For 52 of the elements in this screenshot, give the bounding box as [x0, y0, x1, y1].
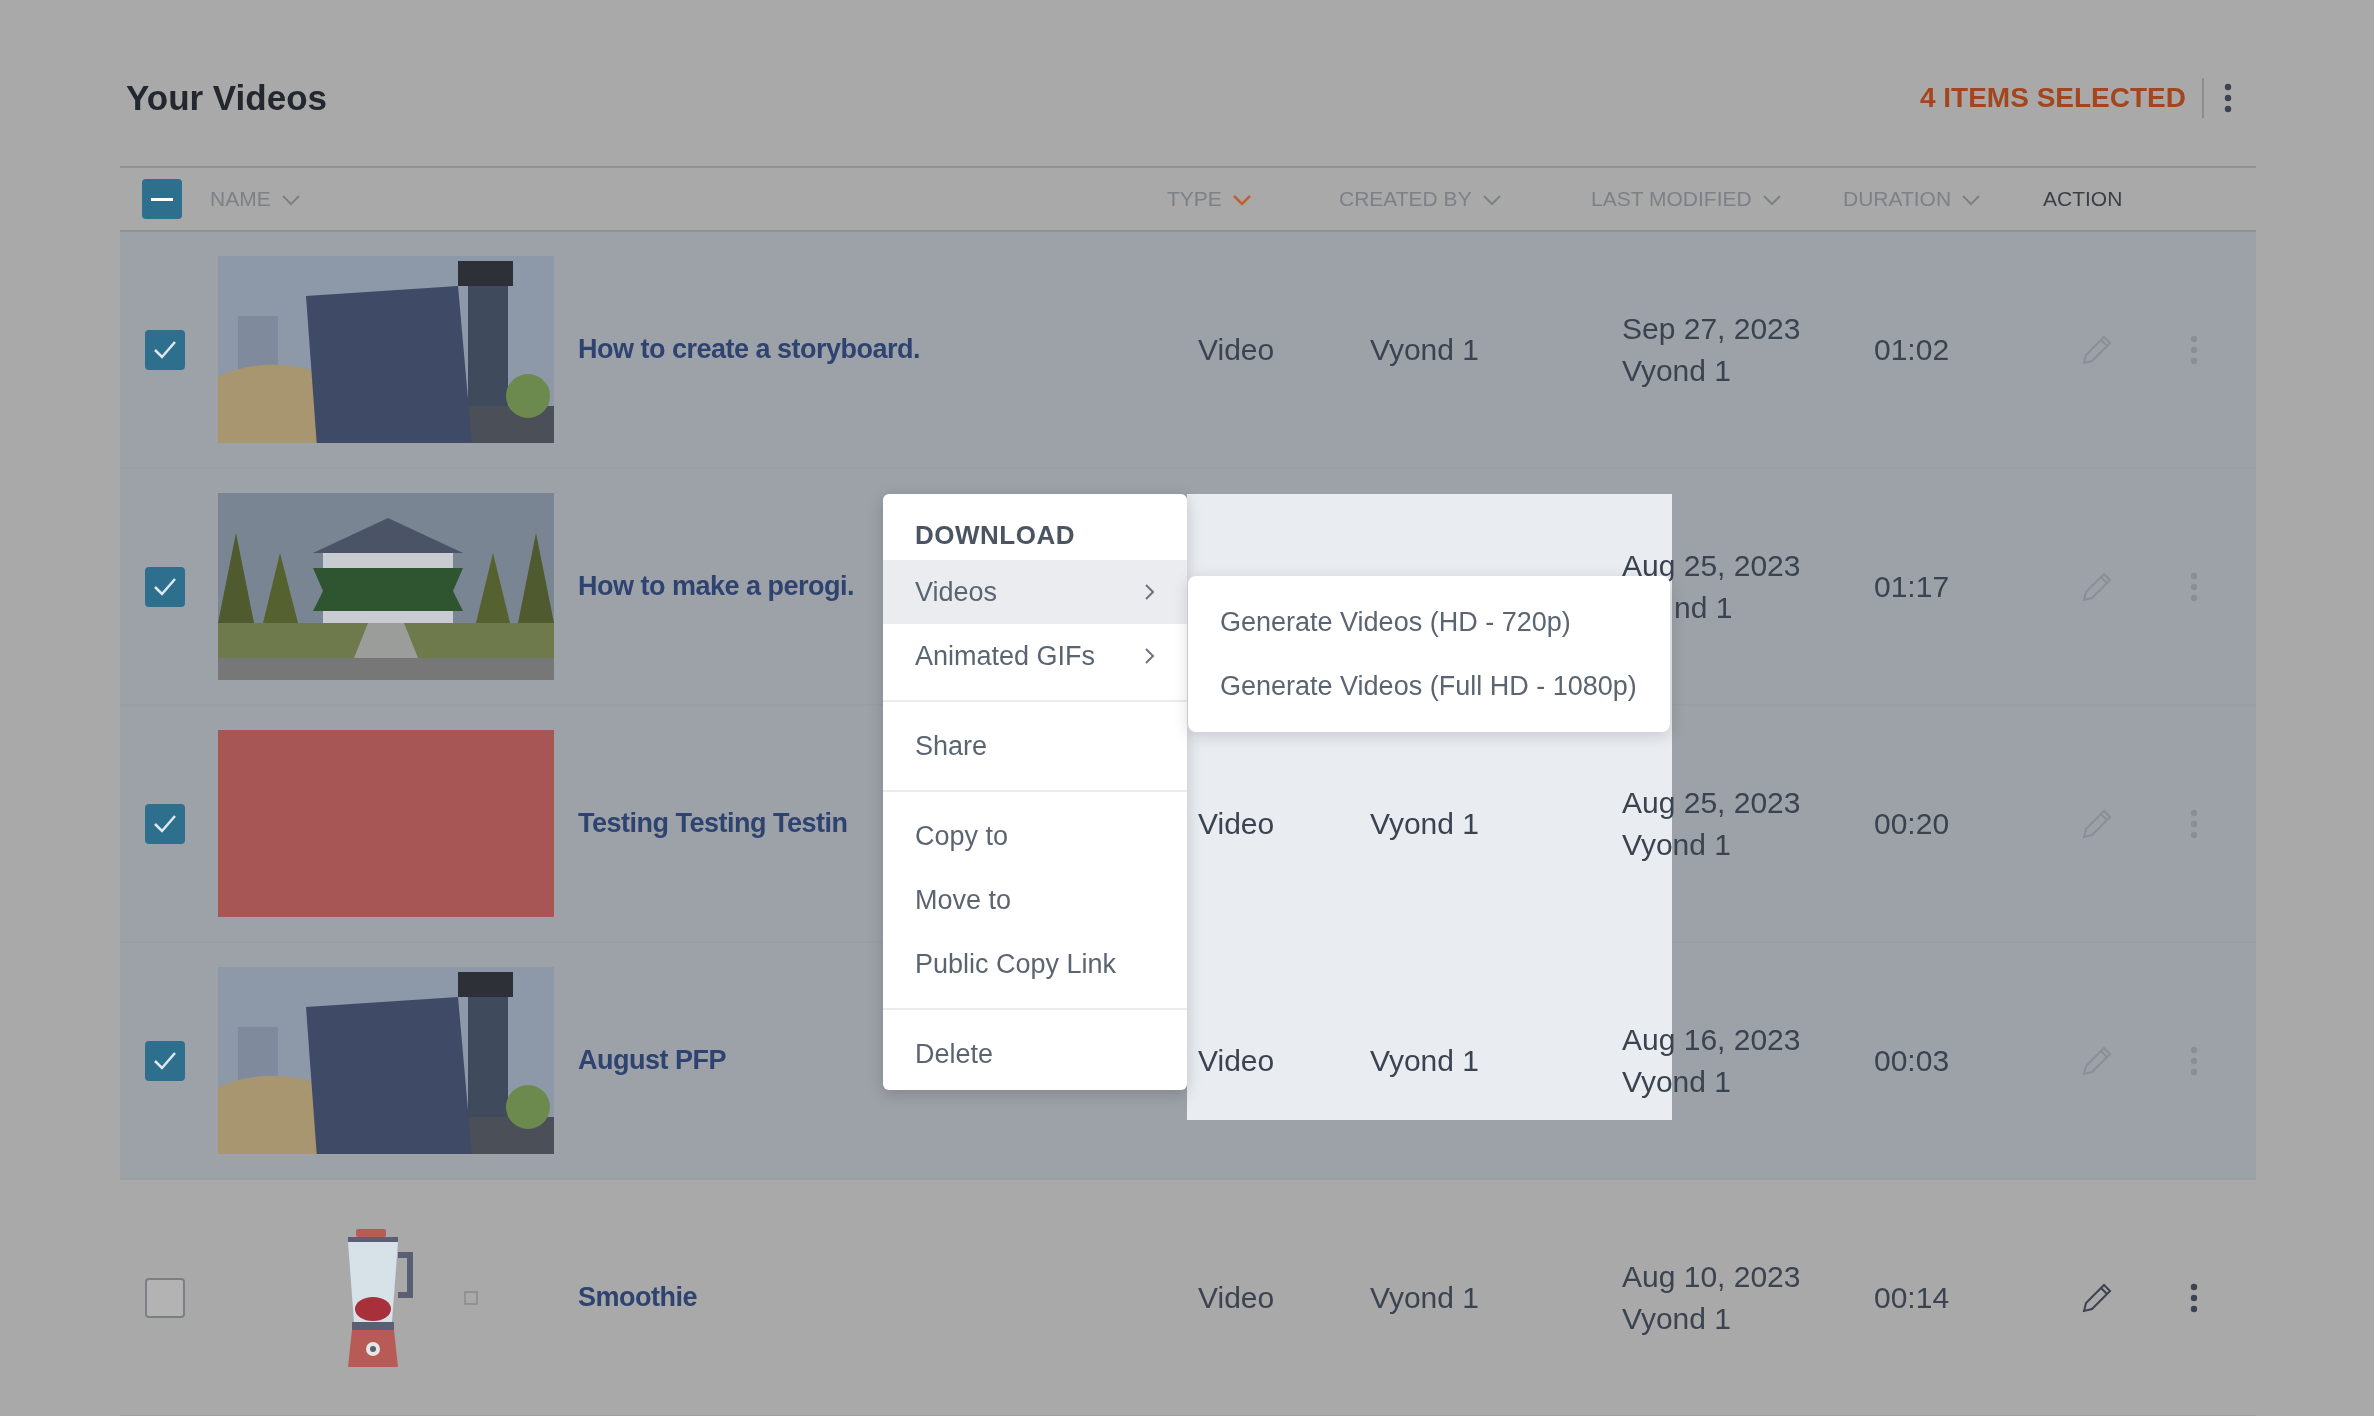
creator-text: Vyond 1 [1370, 333, 1479, 366]
row-checkbox[interactable] [145, 566, 185, 607]
more-options-icon[interactable] [2190, 1282, 2198, 1313]
type-text: Video [1198, 1044, 1275, 1077]
modified-date: Aug 16, 2023 [1622, 1021, 1802, 1058]
video-title-link[interactable]: August PFP [578, 1040, 726, 1081]
modified-by: Vyond 1 [1622, 826, 1732, 863]
chevron-right-icon [1144, 583, 1155, 601]
minus-icon [151, 197, 173, 201]
video-title-link[interactable]: How to make a perogi. [578, 566, 855, 607]
video-title-link[interactable]: Testing Testing Testin [578, 803, 848, 844]
selection-count: 4 ITEMS SELECTED [1919, 81, 2186, 115]
menu-item[interactable]: Public Copy Link [883, 932, 1187, 996]
type-text: Video [1198, 807, 1275, 840]
more-options-icon[interactable] [2224, 83, 2232, 113]
menu-item[interactable]: Generate Videos (Full HD - 1080p) [1188, 654, 1670, 718]
duration-text: 00:14 [1874, 1281, 1950, 1314]
menu-item[interactable]: Move to [883, 868, 1187, 932]
row-checkbox[interactable] [145, 803, 185, 844]
menu-item[interactable]: Videos [883, 560, 1187, 624]
modified-date: Aug 10, 2023 [1622, 1258, 1802, 1295]
menu-item[interactable]: Delete [883, 1022, 1187, 1086]
creator-text: Vyond 1 [1370, 807, 1479, 840]
modified-by: Vyond 1 [1622, 1300, 1732, 1337]
type-text: Video [1198, 333, 1275, 366]
video-title-link[interactable]: How to create a storyboard. [578, 329, 921, 370]
chevron-right-icon [1144, 647, 1155, 665]
row-checkbox[interactable] [145, 1040, 185, 1081]
row-checkbox[interactable] [145, 329, 185, 370]
menu-item[interactable]: Copy to [883, 804, 1187, 868]
square-icon [464, 1290, 478, 1305]
duration-text: 01:02 [1874, 333, 1950, 366]
menu-item[interactable]: Animated GIFs [883, 624, 1187, 688]
modified-by: Vyond 1 [1622, 352, 1732, 389]
duration-text: 00:03 [1874, 1044, 1950, 1077]
menu-item[interactable]: Generate Videos (HD - 720p) [1188, 590, 1670, 654]
modified-date: Sep 27, 2023 [1622, 310, 1802, 347]
duration-text: 00:20 [1874, 807, 1950, 840]
creator-text: Vyond 1 [1370, 1044, 1479, 1077]
menu-item[interactable]: Share [883, 714, 1187, 778]
menu-heading: DOWNLOAD [914, 518, 1076, 552]
video-title-link[interactable]: Smoothie [578, 1277, 697, 1318]
creator-text: Vyond 1 [1370, 1281, 1479, 1314]
modified-date: Aug 25, 2023 [1622, 784, 1802, 821]
row-checkbox[interactable] [145, 1277, 185, 1318]
page-title: Your Videos [126, 77, 327, 119]
duration-text: 01:17 [1874, 570, 1950, 603]
select-all-checkbox[interactable] [142, 179, 182, 219]
modified-by: Vyond 1 [1622, 1063, 1732, 1100]
column-header: ACTION [2043, 186, 2124, 213]
modified-by: nd 1 [1674, 589, 1734, 626]
type-text: Video [1198, 1281, 1275, 1314]
